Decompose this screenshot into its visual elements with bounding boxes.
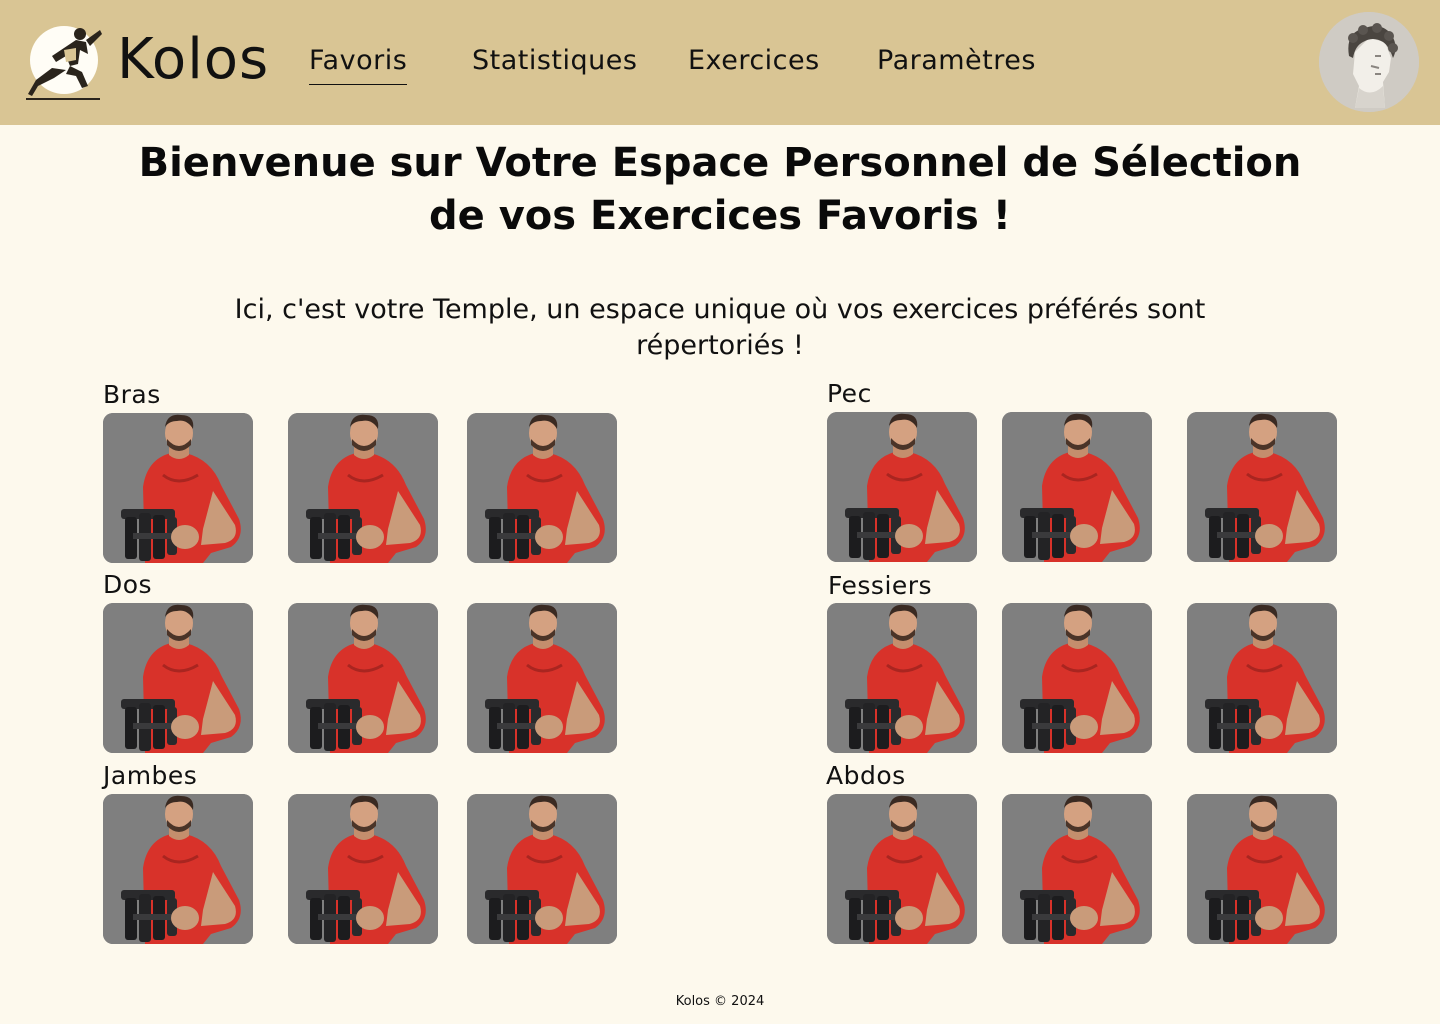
exercise-image: [827, 412, 977, 562]
page-subtitle: Ici, c'est votre Temple, un espace uniqu…: [234, 294, 1206, 361]
exercise-image: [827, 794, 977, 944]
exercise-image: [1187, 412, 1337, 562]
exercise-image: [467, 794, 617, 944]
exercise-image: [1002, 794, 1152, 944]
exercise-tile-bras[interactable]: [467, 413, 617, 563]
exercise-tile-fessiers[interactable]: [827, 603, 977, 753]
exercise-tile-jambes[interactable]: [288, 794, 438, 944]
exercise-tile-jambes[interactable]: [467, 794, 617, 944]
exercise-tile-fessiers[interactable]: [1187, 603, 1337, 753]
exercise-image: [288, 794, 438, 944]
exercise-tile-bras[interactable]: [103, 413, 253, 563]
greek-statue-avatar: [1319, 12, 1419, 112]
category-label-fessiers: Fessiers: [828, 571, 933, 600]
exercise-tile-abdos[interactable]: [827, 794, 977, 944]
category-label-pec: Pec: [827, 379, 872, 408]
top-header: Kolos Favoris Statistiques Exercices Par…: [0, 0, 1440, 125]
exercise-tile-dos[interactable]: [103, 603, 253, 753]
exercise-image: [1187, 603, 1337, 753]
exercise-image: [288, 413, 438, 563]
exercise-tile-dos[interactable]: [288, 603, 438, 753]
exercise-tile-pec[interactable]: [827, 412, 977, 562]
category-label-jambes: Jambes: [103, 761, 198, 790]
exercise-image: [1002, 603, 1152, 753]
nav-statistiques[interactable]: Statistiques: [472, 44, 637, 78]
exercise-image: [827, 603, 977, 753]
exercise-tile-bras[interactable]: [288, 413, 438, 563]
exercise-image: [103, 794, 253, 944]
exercise-image: [103, 413, 253, 563]
exercise-tile-abdos[interactable]: [1002, 794, 1152, 944]
exercise-tile-jambes[interactable]: [103, 794, 253, 944]
exercise-tile-pec[interactable]: [1187, 412, 1337, 562]
exercise-tile-pec[interactable]: [1002, 412, 1152, 562]
exercise-tile-abdos[interactable]: [1187, 794, 1337, 944]
nav-favoris[interactable]: Favoris: [309, 44, 408, 85]
brand-name[interactable]: Kolos: [117, 24, 269, 96]
user-avatar[interactable]: [1319, 12, 1419, 112]
category-label-dos: Dos: [103, 570, 153, 599]
footer-copyright: Kolos © 2024: [675, 994, 765, 1009]
exercise-image: [467, 413, 617, 563]
exercise-image: [467, 603, 617, 753]
exercise-image: [103, 603, 253, 753]
exercise-image: [1187, 794, 1337, 944]
runner-logo-icon[interactable]: [26, 20, 106, 104]
page-title: Bienvenue sur Votre Espace Personnel de …: [138, 140, 1302, 239]
category-label-bras: Bras: [103, 380, 161, 409]
exercise-tile-dos[interactable]: [467, 603, 617, 753]
nav-exercices[interactable]: Exercices: [688, 44, 820, 78]
exercise-image: [288, 603, 438, 753]
category-label-abdos: Abdos: [826, 761, 906, 790]
nav-parametres[interactable]: Paramètres: [877, 44, 1036, 78]
exercise-tile-fessiers[interactable]: [1002, 603, 1152, 753]
exercise-image: [1002, 412, 1152, 562]
